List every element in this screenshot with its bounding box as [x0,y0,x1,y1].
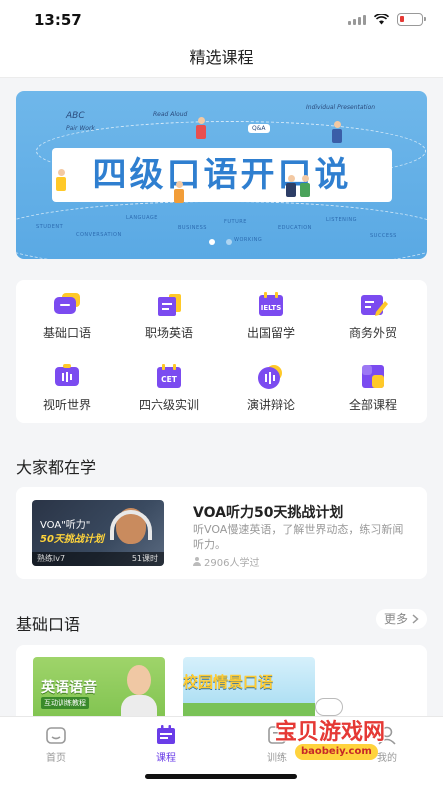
battery-icon [397,13,426,26]
category-audiovisual[interactable]: 视听世界 [16,364,118,426]
tab-home[interactable]: 首页 [16,725,96,764]
banner-word: BUSINESS [178,225,207,231]
banner-figure [196,117,206,139]
category-speech-debate[interactable]: 演讲辩论 [220,364,322,426]
home-indicator [145,774,297,779]
learners-count: 2906人学过 [204,558,260,569]
category-label: 视听世界 [42,398,91,412]
header: 精选课程 [0,40,443,78]
banner-figure [332,121,342,143]
category-all-courses[interactable]: 全部课程 [322,364,424,426]
banner-figure [174,181,184,203]
banner-word: WORKING [234,237,263,243]
status-icons [348,13,426,26]
edit-doc-icon [361,295,388,316]
course-thumbnail: VOA"听力" 50天挑战计划 熟练lv7 51课时 [32,500,164,566]
section-title-basic: 基础口语 [16,615,81,634]
banner-word: EDUCATION [278,225,312,231]
banner-decoration [16,201,427,259]
chevron-right-icon [412,614,419,624]
banner-text: ABC [66,111,85,121]
tab-label: 首页 [46,753,66,764]
course-card-title: 校园情景口语 [183,673,274,691]
banner-text: Pair Work [66,125,95,132]
cet-calendar-icon: CET [157,364,181,388]
watermark-text: 宝贝游戏网 [275,720,386,745]
category-label: 职场英语 [144,326,193,340]
banner-figure [286,175,296,197]
course-card-title: 英语语音 [41,680,97,696]
category-label: 全部课程 [348,398,397,412]
wifi-icon [374,14,389,25]
category-study-abroad[interactable]: IELTS 出国留学 [220,292,322,354]
all-courses-icon [362,365,384,388]
voice-wave-icon [258,365,282,389]
carousel-dot[interactable] [226,239,232,245]
thumb-title: VOA"听力" [40,520,91,531]
course-title: VOA听力50天挑战计划 [193,505,344,521]
category-label: 四六级实训 [138,398,199,412]
course-card-phonetics[interactable]: 英语语音 互动训练教程 [33,657,165,725]
tab-label: 课程 [156,753,176,764]
banner-word: LISTENING [326,217,357,223]
banner-word: CONVERSATION [76,232,122,238]
tv-icon [55,364,79,386]
banner-figure [300,175,310,197]
page-title: 精选课程 [189,48,254,67]
watermark: 宝贝游戏网 baobeiy.com [275,694,415,774]
status-time: 13:57 [34,11,82,29]
course-level: 熟练lv7 [37,554,66,563]
more-label: 更多 [383,612,408,626]
banner-word: SUCCESS [370,233,397,239]
home-icon [46,727,66,744]
course-description: 听VOA慢速英语，了解世界动态，练习新闻听力。 [193,523,404,551]
banner-word: LANGUAGE [126,215,158,221]
course-card-voa[interactable]: VOA"听力" 50天挑战计划 熟练lv7 51课时 VOA听力50天挑战计划 … [16,487,427,579]
course-card-subtitle: 互动训练教程 [41,697,89,709]
category-label: 演讲辩论 [246,398,295,412]
thumb-subtitle: 50天挑战计划 [40,534,104,545]
briefcase-doc-icon [158,294,181,316]
banner-bubble: Q&A [248,124,270,133]
category-badge: IELTS [261,304,282,312]
category-basic-speaking[interactable]: 基础口语 [16,292,118,354]
watermark-url: baobeiy.com [295,744,378,760]
banner-word: STUDENT [36,224,64,230]
signal-icon [348,14,366,25]
banner-text: Individual Presentation [306,104,376,111]
course-learners: 2906人学过 [193,554,259,569]
ielts-calendar-icon: IELTS [259,292,283,316]
banner-title: 四级口语开口说 [92,155,352,195]
category-workplace[interactable]: 职场英语 [118,292,220,354]
banner-word: FUTURE [224,219,247,225]
status-bar: 13:57 [0,0,443,40]
headphones-icon [110,510,152,540]
banner-figure [56,169,66,191]
carousel-dot-active[interactable] [209,239,215,245]
category-cet-training[interactable]: CET 四六级实训 [118,364,220,426]
course-lessons: 51课时 [131,554,158,563]
banner-carousel[interactable]: ABC Pair Work Read Aloud Individual Pres… [16,91,427,259]
section-title-popular: 大家都在学 [16,458,97,477]
category-label: 基础口语 [42,326,91,340]
chat-bubble-icon [54,293,80,314]
category-grid: 基础口语 职场英语 IELTS 出国留学 商务外贸 视听世界 CET 四六级实训… [16,280,427,423]
category-business-trade[interactable]: 商务外贸 [322,292,424,354]
person-icon [193,557,201,566]
tab-courses[interactable]: 课程 [126,725,206,764]
more-button[interactable]: 更多 [375,609,427,629]
category-label: 出国留学 [246,326,295,340]
course-calendar-icon [157,725,175,744]
category-label: 商务外贸 [348,326,397,340]
banner-text: Read Aloud [153,111,188,118]
thumb-person [127,665,151,695]
category-badge: CET [161,375,178,384]
